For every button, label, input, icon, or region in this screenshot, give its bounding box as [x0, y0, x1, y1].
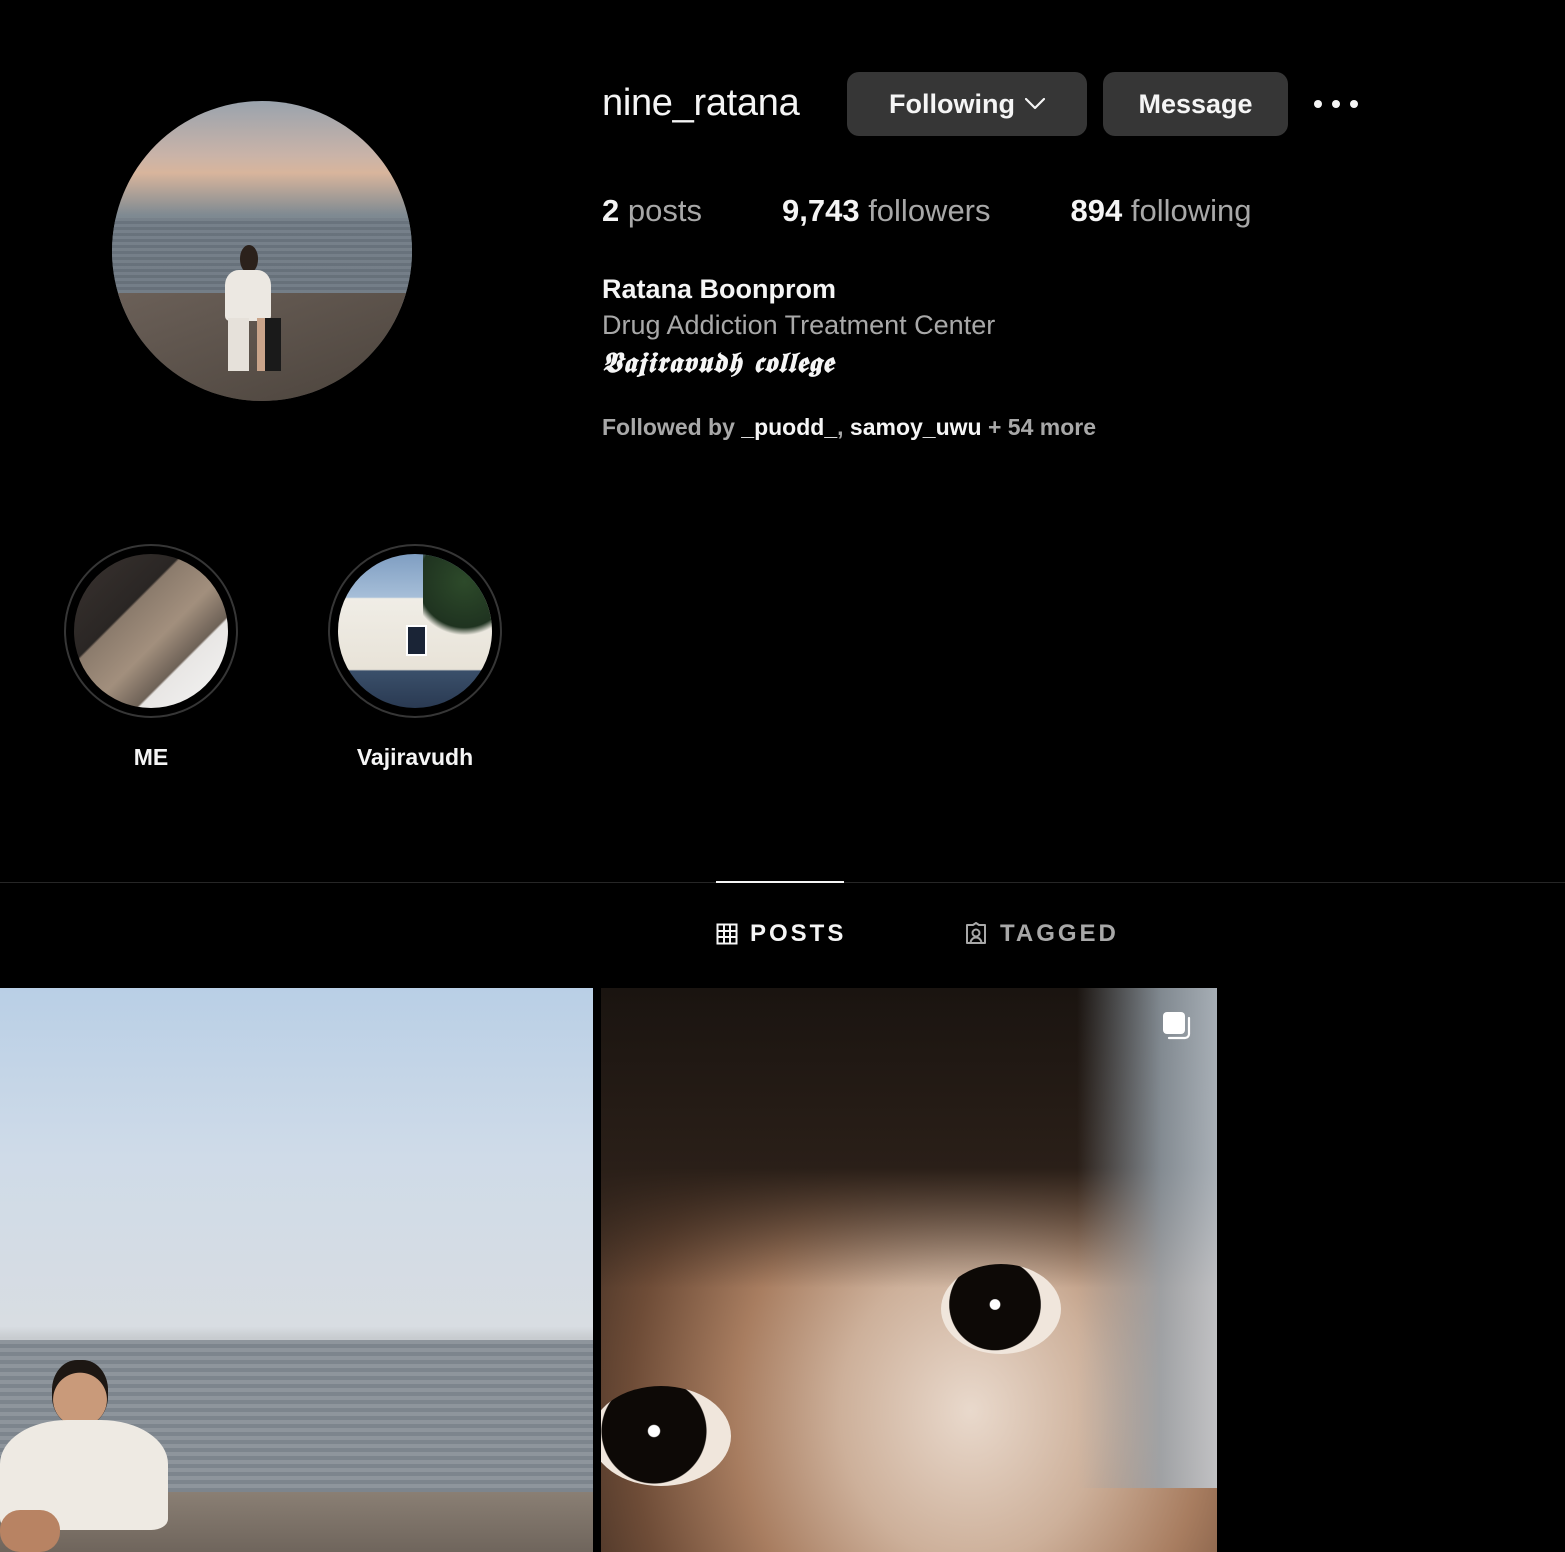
bio-line-2: 𝖁𝖆𝖏𝖎𝖗𝖆𝖛𝖚𝖉𝖍 𝖈𝖔𝖑𝖑𝖊𝖌𝖊 — [602, 346, 835, 379]
profile-stats: 2 posts 9,743 followers 894 following — [602, 193, 1332, 229]
following-stat[interactable]: 894 following — [1071, 193, 1252, 229]
followed-by[interactable]: Followed by _puodd_, samoy_uwu + 54 more — [602, 414, 1096, 441]
tab-posts-label: POSTS — [750, 920, 847, 947]
tab-posts[interactable]: POSTS — [716, 920, 846, 948]
profile-avatar[interactable] — [112, 101, 412, 401]
message-button-label: Message — [1138, 88, 1253, 119]
following-button-label: Following — [889, 88, 1015, 119]
followed-by-prefix: Followed by — [602, 414, 742, 440]
posts-stat: 2 posts — [602, 193, 702, 229]
followed-by-user-2[interactable]: samoy_uwu — [850, 414, 982, 440]
carousel-icon — [1163, 1012, 1191, 1040]
grid-icon — [716, 923, 738, 945]
highlight-cover — [338, 554, 492, 708]
followers-count: 9,743 — [781, 193, 860, 228]
following-button[interactable]: Following — [847, 72, 1087, 136]
bio-line-1: Drug Addiction Treatment Center — [602, 310, 996, 340]
followed-by-user-1[interactable]: _puodd_ — [741, 414, 837, 440]
post-thumbnail-2[interactable] — [601, 988, 1217, 1552]
posts-count: 2 — [602, 193, 620, 228]
followers-stat[interactable]: 9,743 followers — [782, 193, 991, 229]
post-thumbnail-1[interactable] — [0, 988, 593, 1552]
following-label: following — [1130, 193, 1252, 228]
following-count: 894 — [1070, 193, 1123, 228]
highlight-ring — [328, 544, 502, 718]
highlight-label: Vajiravudh — [356, 744, 474, 770]
chevron-down-icon — [1024, 98, 1045, 110]
tab-tagged[interactable]: TAGGED — [964, 920, 1119, 948]
highlight-me[interactable]: ME — [64, 544, 238, 771]
followed-by-sep: , — [837, 414, 850, 440]
tab-tagged-label: TAGGED — [1000, 920, 1119, 947]
highlight-vajiravudh[interactable]: Vajiravudh — [328, 544, 502, 771]
posts-label: posts — [627, 193, 702, 228]
active-tab-indicator — [716, 881, 844, 883]
profile-full-name: Ratana Boonprom — [602, 274, 837, 304]
highlight-ring — [64, 544, 238, 718]
highlight-label: ME — [133, 744, 169, 770]
followed-by-suffix: + 54 more — [981, 414, 1096, 440]
message-button[interactable]: Message — [1103, 72, 1288, 136]
highlight-cover — [74, 554, 228, 708]
profile-username: nine_ratana — [602, 82, 800, 124]
more-options-icon[interactable] — [1314, 94, 1358, 114]
tagged-icon — [966, 922, 986, 944]
followers-label: followers — [868, 193, 991, 228]
